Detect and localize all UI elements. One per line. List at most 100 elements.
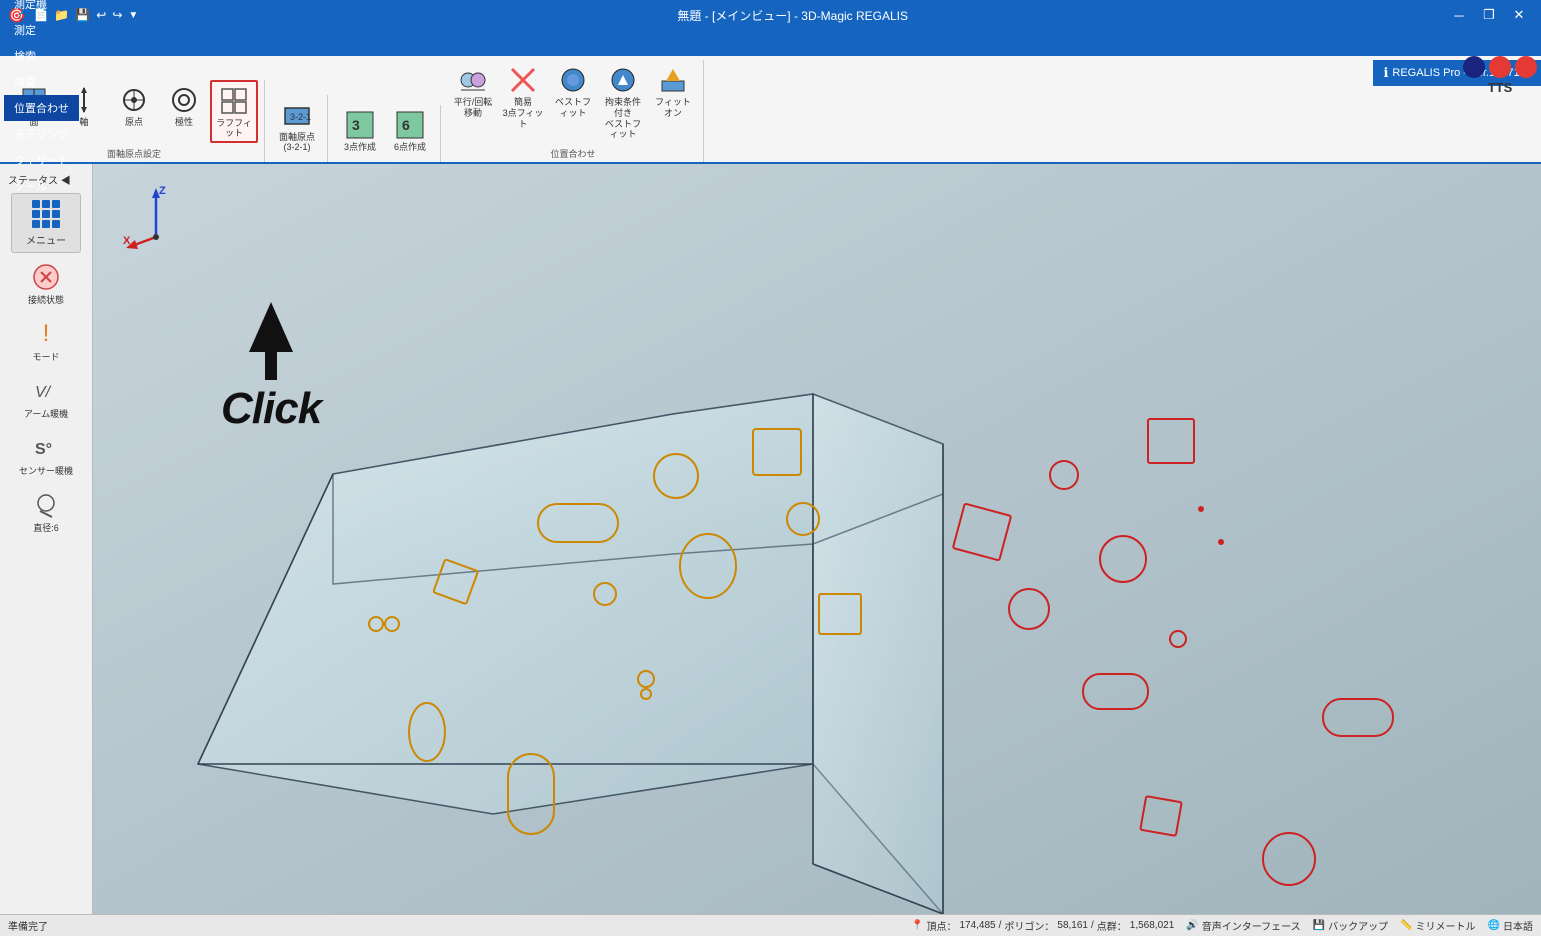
tts-label: TTS (1488, 80, 1513, 95)
connection-label: 接続状態 (28, 293, 64, 306)
menu-item-演算[interactable]: 演算 (4, 69, 79, 95)
polar-icon (168, 84, 200, 116)
ribbon-buttons-4: 平行/回転移動 簡易3点フィット ベストフィット (449, 60, 697, 143)
menu-item-ツール[interactable]: ツール (4, 173, 79, 199)
make6pt-label: 6点作成 (394, 142, 426, 153)
best-fit-label: ベストフィット (552, 97, 594, 119)
arm-heat-label: アーム暖機 (24, 407, 68, 420)
ribbon-buttons-2: 3-2-1 面軸原点(3-2-1) (273, 95, 321, 157)
ribbon-btn-fit-on[interactable]: フィットオン (649, 60, 697, 143)
svg-text:X: X (123, 235, 131, 247)
best-fit-icon (557, 64, 589, 96)
logo-circle-3 (1515, 56, 1537, 78)
ribbon-btn-translate[interactable]: 平行/回転移動 (449, 60, 497, 143)
constrained-fit-label: 拘束条件付きベストフィット (602, 97, 644, 140)
fit-on-label: フィットオン (652, 97, 694, 119)
qa-redo[interactable]: ↪ (110, 8, 124, 22)
qa-dropdown[interactable]: ▼ (126, 8, 140, 22)
window-title: 無題 - [メインビュー] - 3D-Magic REGALIS (677, 7, 908, 24)
logo-circle-2 (1489, 56, 1511, 78)
vertex-icon: 📍 (911, 920, 923, 931)
menu-item-測定[interactable]: 測定 (4, 17, 79, 43)
ribbon-btn-constrained-fit[interactable]: 拘束条件付きベストフィット (599, 60, 647, 143)
pointcloud-label: 点群： (1097, 918, 1127, 933)
window-controls: ─ ❐ ✕ (1445, 4, 1533, 26)
menu-item-検索[interactable]: 検索 (4, 43, 79, 69)
roughfit-icon (218, 85, 250, 117)
menu-button[interactable]: メニュー (11, 193, 81, 253)
logo-circle-1 (1463, 56, 1485, 78)
statusbar: 準備完了 📍 頂点： 174,485 / ポリゴン： 58,161 / 点群： … (0, 914, 1541, 936)
lang-icon: 🌐 (1488, 920, 1500, 931)
ribbon-btn-polar[interactable]: 極性 (160, 80, 208, 144)
menubar-row: ファイル表示CADデータ測定機測定検索演算位置合わせモデリングウィザードツール … (0, 30, 1541, 56)
ribbon-btn-make6pt[interactable]: 6 6点作成 (386, 105, 434, 156)
translate-label: 平行/回転移動 (454, 97, 493, 119)
sep1: / (999, 920, 1002, 931)
menu-grid-icon (32, 200, 60, 228)
sep2: / (1091, 920, 1094, 931)
click-annotation: Click (221, 302, 321, 434)
svg-text:S°: S° (35, 441, 52, 458)
close-button[interactable]: ✕ (1505, 4, 1533, 26)
axis-indicator: Z X (121, 182, 191, 255)
sensor-heat-label: センサー暖機 (19, 464, 73, 477)
minimize-button[interactable]: ─ (1445, 4, 1473, 26)
ribbon: 面 軸 (0, 56, 1541, 164)
mode-icon: ! (30, 318, 62, 350)
face-origin-321-icon: 3-2-1 (281, 99, 313, 131)
origin-label: 原点 (125, 117, 143, 128)
svg-text:V/: V/ (35, 384, 52, 401)
sidebar: ステータス ◀ メニュー (0, 164, 93, 914)
lang-status: 🌐 日本語 (1488, 918, 1533, 933)
pointcloud-value: 1,568,021 (1130, 920, 1175, 931)
ribbon-btn-best-fit[interactable]: ベストフィット (549, 60, 597, 143)
ribbon-btn-simple-fit[interactable]: 簡易3点フィット (499, 60, 547, 143)
diameter-label: 直径:6 (33, 521, 59, 534)
ribbon-group-makepoints: 3 3点作成 6 6点作成 (330, 105, 441, 162)
sidebar-item-arm-heat[interactable]: V/ アーム暖機 (6, 371, 86, 424)
unit-status: 📏 ミリメートル (1400, 918, 1475, 933)
constrained-fit-icon (607, 64, 639, 96)
ribbon-btn-roughfit[interactable]: ラフフィット (210, 80, 258, 144)
menu-item-位置合わせ[interactable]: 位置合わせ (4, 95, 79, 121)
unit-icon: 📏 (1400, 920, 1412, 931)
svg-text:6: 6 (402, 117, 410, 133)
make6pt-icon: 6 (394, 109, 426, 141)
titlebar: 🎯 📄 📁 💾 ↩ ↪ ▼ 無題 - [メインビュー] - 3D-Magic R… (0, 0, 1541, 30)
main-layout: ステータス ◀ メニュー (0, 164, 1541, 914)
logo-area: TTS (1463, 56, 1537, 95)
group-label-face-axis: 面軸原点設定 (107, 147, 161, 160)
ribbon-buttons-3: 3 3点作成 6 6点作成 (336, 105, 434, 156)
menu-items: ファイル表示CADデータ測定機測定検索演算位置合わせモデリングウィザードツール (4, 0, 79, 199)
unit-label: ミリメートル (1416, 918, 1476, 933)
ribbon-btn-face-origin-321[interactable]: 3-2-1 面軸原点(3-2-1) (273, 95, 321, 157)
voice-label: 音声インターフェース (1202, 918, 1301, 933)
origin-icon (118, 84, 150, 116)
ribbon-btn-origin[interactable]: 原点 (110, 80, 158, 144)
translate-icon (457, 64, 489, 96)
sidebar-item-sensor-heat[interactable]: S° センサー暖機 (6, 428, 86, 481)
diameter-icon (30, 489, 62, 521)
sidebar-item-connection[interactable]: 接続状態 (6, 257, 86, 310)
lang-label: 日本語 (1503, 918, 1533, 933)
qa-undo[interactable]: ↩ (94, 8, 108, 22)
speaker-icon: 🔊 (1186, 920, 1198, 931)
restore-button[interactable]: ❐ (1475, 4, 1503, 26)
vertex-count: 📍 頂点： 174,485 / ポリゴン： 58,161 / 点群： 1,568… (911, 918, 1174, 933)
sidebar-item-mode[interactable]: ! モード (6, 314, 86, 367)
menu-item-モデリング[interactable]: モデリング (4, 121, 79, 147)
polar-label: 極性 (175, 117, 193, 128)
backup-icon: 💾 (1313, 920, 1325, 931)
connection-icon (30, 261, 62, 293)
model-svg (93, 164, 1541, 914)
menu-item-ウィザード[interactable]: ウィザード (4, 147, 79, 173)
menu-item-測定機[interactable]: 測定機 (4, 0, 79, 17)
group-label-align: 位置合わせ (550, 147, 595, 160)
svg-text:3: 3 (352, 117, 360, 133)
logo-circles (1463, 56, 1537, 78)
ribbon-btn-make3pt[interactable]: 3 3点作成 (336, 105, 384, 156)
sidebar-item-diameter[interactable]: 直径:6 (6, 485, 86, 538)
svg-text:Z: Z (159, 185, 166, 197)
viewport[interactable]: Z X Click (93, 164, 1541, 914)
